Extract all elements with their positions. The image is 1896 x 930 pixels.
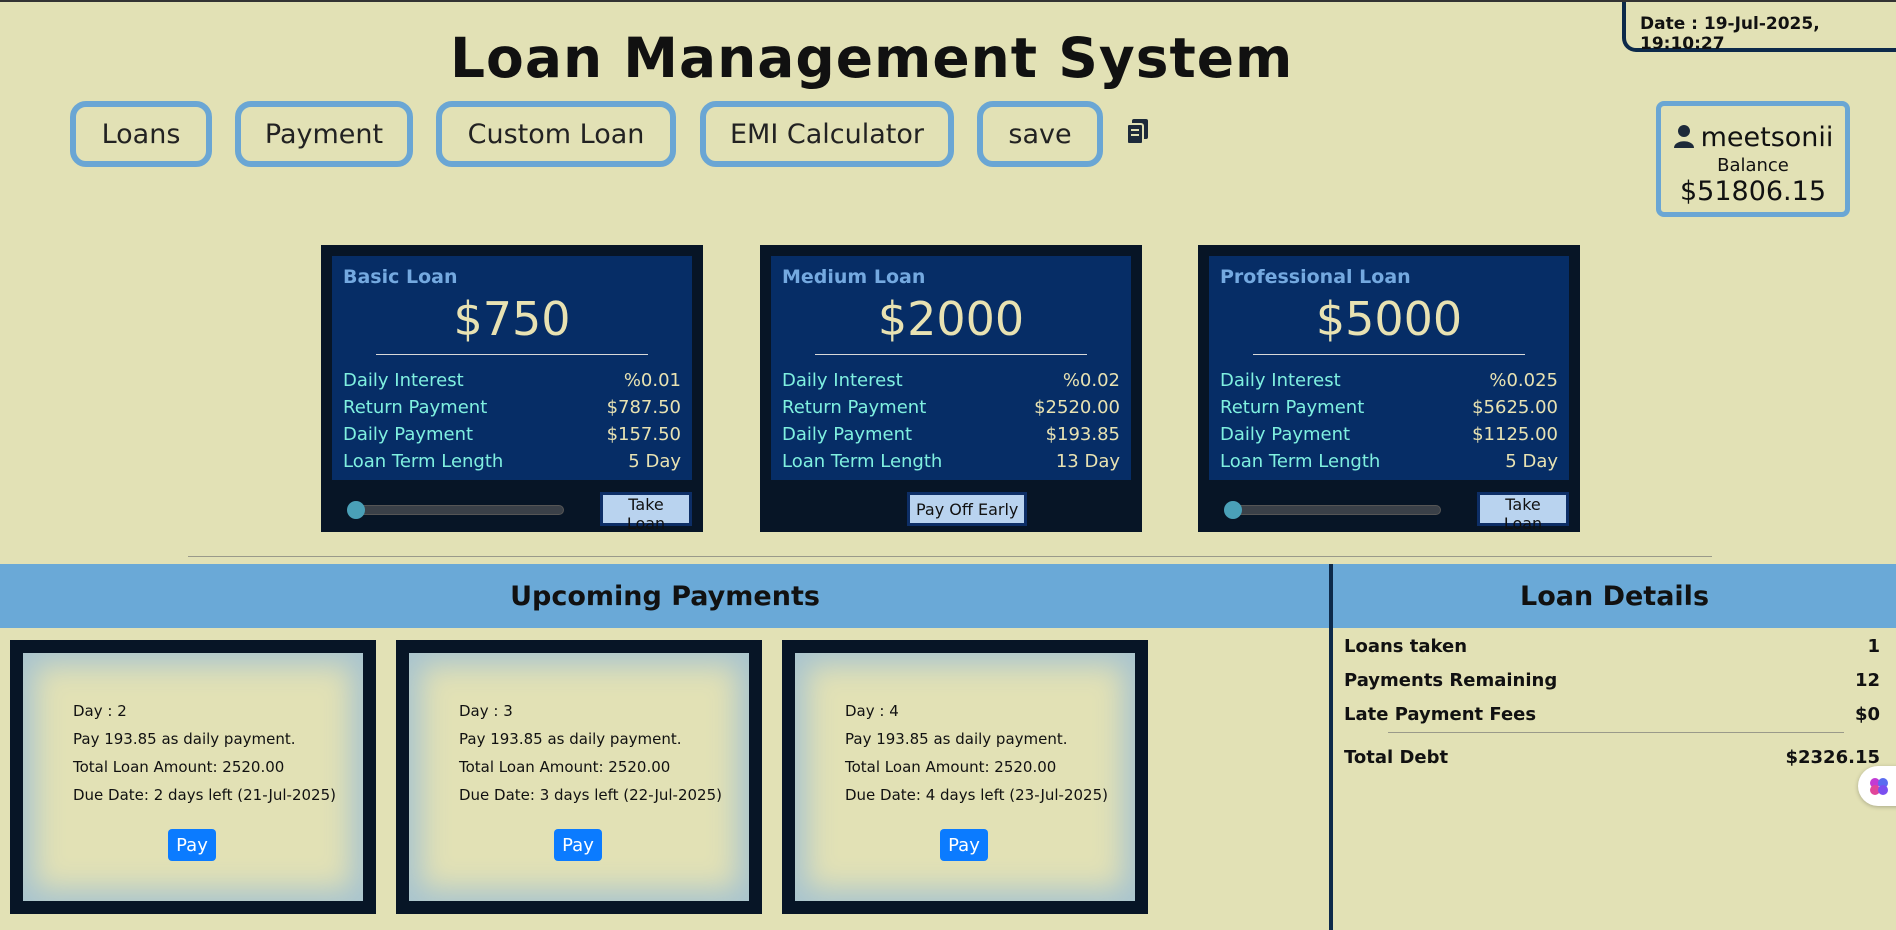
payment-amount-text: Pay 193.85 as daily payment. <box>845 730 1068 748</box>
row-value: $787.50 <box>606 397 681 418</box>
page-title: Loan Management System <box>450 26 1294 90</box>
take-loan-button[interactable]: Take Loan <box>1477 492 1569 533</box>
divider <box>1388 732 1844 733</box>
row-value: %0.01 <box>623 370 681 391</box>
row-value: $1125.00 <box>1472 424 1558 445</box>
payment-amount-text: Pay 193.85 as daily payment. <box>73 730 296 748</box>
payment-day: Day : 2 <box>73 702 127 720</box>
row-value: 5 Day <box>1505 451 1558 472</box>
loan-details-panel: Loans taken 1 Payments Remaining 12 Late P… <box>1344 630 1880 775</box>
user-icon <box>1673 124 1695 152</box>
loans-taken-value: 1 <box>1867 636 1880 657</box>
row-value: 5 Day <box>628 451 681 472</box>
row-value: %0.02 <box>1062 370 1120 391</box>
slider-thumb[interactable] <box>1224 501 1242 519</box>
row-label: Daily Interest <box>343 370 464 391</box>
assistant-fab[interactable] <box>1858 766 1896 806</box>
total-debt-label: Total Debt <box>1344 747 1449 768</box>
balance-value: $51806.15 <box>1679 176 1826 207</box>
late-fees-value: $0 <box>1854 704 1880 725</box>
row-value: $157.50 <box>606 424 681 445</box>
row-value: 13 Day <box>1055 451 1120 472</box>
loans-taken-label: Loans taken <box>1344 636 1468 657</box>
take-loan-button[interactable]: Take Loan <box>600 492 692 533</box>
document-copy-icon[interactable] <box>1125 117 1151 145</box>
loan-card-professional: Professional Loan $5000 Daily Interest %0… <box>1198 245 1580 533</box>
payments-remaining-label: Payments Remaining <box>1344 670 1558 691</box>
loan-slider[interactable] <box>347 501 564 519</box>
pay-button[interactable]: Pay <box>168 829 216 861</box>
save-button[interactable]: save <box>977 101 1103 167</box>
loan-slider[interactable] <box>1224 501 1441 519</box>
payment-button[interactable]: Payment <box>235 101 413 167</box>
row-label: Daily Interest <box>1220 370 1341 391</box>
custom-loan-button[interactable]: Custom Loan <box>436 101 676 167</box>
divider <box>1253 354 1525 355</box>
date-display: Date : 19-Jul-2025, 19:10:27 <box>1622 2 1896 54</box>
row-label: Loan Term Length <box>343 451 504 472</box>
payment-due-date: Due Date: 4 days left (23-Jul-2025) <box>845 786 1108 804</box>
payment-card: Day : 2 Pay 193.85 as daily payment. Tot… <box>10 640 376 914</box>
row-value: $5625.00 <box>1472 397 1558 418</box>
row-label: Return Payment <box>343 397 488 418</box>
row-label: Daily Payment <box>782 424 913 445</box>
row-label: Loan Term Length <box>1220 451 1381 472</box>
loan-card-amount: $2000 <box>877 292 1025 346</box>
pay-button[interactable]: Pay <box>940 829 988 861</box>
loans-button[interactable]: Loans <box>70 101 212 167</box>
upcoming-payments-header: Upcoming Payments <box>0 564 1330 628</box>
brain-icon <box>1868 775 1890 797</box>
loan-card-title: Basic Loan <box>343 266 458 288</box>
row-label: Loan Term Length <box>782 451 943 472</box>
row-label: Daily Payment <box>343 424 474 445</box>
row-label: Return Payment <box>782 397 927 418</box>
slider-thumb[interactable] <box>347 501 365 519</box>
loan-card-medium: Medium Loan $2000 Daily Interest %0.02 Re… <box>760 245 1142 532</box>
late-fees-label: Late Payment Fees <box>1344 704 1537 725</box>
divider <box>815 354 1087 355</box>
row-label: Return Payment <box>1220 397 1365 418</box>
loan-card-title: Medium Loan <box>782 266 926 288</box>
payment-due-date: Due Date: 3 days left (22-Jul-2025) <box>459 786 722 804</box>
payment-card: Day : 3 Pay 193.85 as daily payment. Tot… <box>396 640 762 914</box>
payment-amount-text: Pay 193.85 as daily payment. <box>459 730 682 748</box>
payments-remaining-value: 12 <box>1854 670 1880 691</box>
payment-day: Day : 4 <box>845 702 899 720</box>
payment-total: Total Loan Amount: 2520.00 <box>73 758 285 776</box>
payment-total: Total Loan Amount: 2520.00 <box>845 758 1057 776</box>
loan-card-amount: $5000 <box>1315 292 1463 346</box>
user-panel: meetsonii Balance $51806.15 <box>1656 101 1850 217</box>
loan-card-amount: $750 <box>453 292 571 346</box>
divider <box>376 354 648 355</box>
pay-button[interactable]: Pay <box>554 829 602 861</box>
row-value: $2520.00 <box>1034 397 1120 418</box>
row-label: Daily Interest <box>782 370 903 391</box>
row-value: $193.85 <box>1045 424 1120 445</box>
row-value: %0.025 <box>1489 370 1558 391</box>
emi-calculator-button[interactable]: EMI Calculator <box>700 101 954 167</box>
username: meetsonii <box>1700 122 1834 153</box>
row-label: Daily Payment <box>1220 424 1351 445</box>
section-divider <box>188 556 1712 557</box>
pay-off-early-button[interactable]: Pay Off Early <box>907 492 1028 526</box>
payment-day: Day : 3 <box>459 702 513 720</box>
payment-card: Day : 4 Pay 193.85 as daily payment. Tot… <box>782 640 1148 914</box>
payment-total: Total Loan Amount: 2520.00 <box>459 758 671 776</box>
loan-card-title: Professional Loan <box>1220 266 1411 288</box>
loan-card-basic: Basic Loan $750 Daily Interest %0.01 Retu… <box>321 245 703 533</box>
payment-due-date: Due Date: 2 days left (21-Jul-2025) <box>73 786 336 804</box>
balance-label: Balance <box>1717 155 1789 176</box>
loan-details-header: Loan Details <box>1333 564 1896 628</box>
